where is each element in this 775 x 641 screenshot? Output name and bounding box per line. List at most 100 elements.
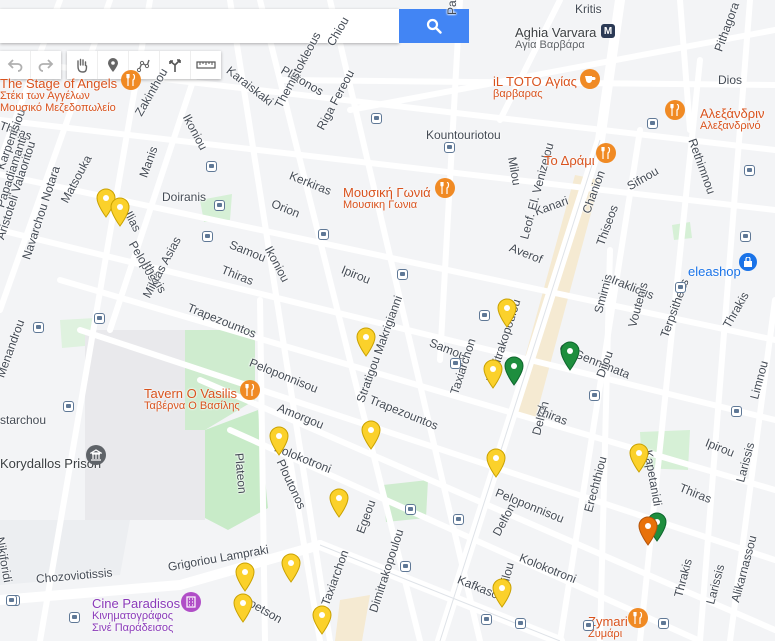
bus-stop-icon[interactable] (658, 618, 669, 629)
redo-button[interactable] (31, 51, 61, 79)
poi-name: Aghia Varvara (515, 25, 597, 40)
poi-label[interactable]: Cine Paradisos Κινηματογράφος Σινέ Παράδει… (92, 596, 181, 634)
yellow-marker-pin[interactable] (232, 593, 254, 623)
bus-stop-icon[interactable] (450, 358, 461, 369)
map-toolbar (0, 51, 227, 79)
poi-label[interactable]: Το Δράμι (544, 154, 595, 167)
poi-label[interactable]: Aghia Varvara Αγία Βαρβάρα (515, 25, 597, 51)
bus-stop-icon[interactable] (214, 200, 225, 211)
measure-button[interactable] (191, 51, 221, 79)
yellow-marker-pin[interactable] (355, 327, 377, 357)
poi-label[interactable]: Αλεξάνδριν Αλεξανδρινό (700, 107, 764, 132)
yellow-marker-pin[interactable] (268, 426, 290, 456)
bus-stop-icon[interactable] (675, 282, 686, 293)
yellow-marker-pin[interactable] (496, 298, 518, 328)
yellow-marker-pin[interactable] (109, 197, 131, 227)
undo-button[interactable] (0, 51, 31, 79)
search-icon (426, 18, 442, 34)
poi-subname: Μουσικό Μεζεδοπωλείο (0, 102, 116, 114)
restaurant-icon[interactable] (596, 143, 616, 163)
bus-stop-icon[interactable] (6, 595, 17, 606)
bus-stop-icon[interactable] (202, 231, 213, 242)
bus-stop-icon[interactable] (515, 618, 526, 629)
pan-tool-button[interactable] (67, 51, 98, 79)
yellow-marker-pin[interactable] (280, 553, 302, 583)
bus-stop-icon[interactable] (63, 401, 74, 412)
poi-name: Tavern O Vasilis (144, 386, 237, 401)
restaurant-icon[interactable] (628, 608, 648, 628)
yellow-marker-pin[interactable] (360, 420, 382, 450)
poi-name: eleashop (688, 264, 741, 279)
bus-stop-icon[interactable] (589, 390, 600, 401)
bus-stop-icon[interactable] (744, 165, 755, 176)
yellow-marker-pin[interactable] (311, 605, 333, 635)
bus-stop-icon[interactable] (647, 118, 658, 129)
restaurant-icon[interactable] (121, 70, 141, 90)
bus-stop-icon[interactable] (405, 504, 416, 515)
bus-stop-icon[interactable] (400, 561, 411, 572)
street-label: Kountouriotou (426, 128, 501, 142)
poi-label[interactable]: Μουσική Γωνιά Μουσικη Γωνια (343, 185, 431, 211)
green-marker-pin[interactable] (503, 356, 525, 386)
history-group (0, 51, 61, 79)
bus-stop-icon[interactable] (740, 231, 751, 242)
yellow-marker-pin[interactable] (485, 448, 507, 478)
bus-stop-icon[interactable] (206, 161, 217, 172)
poi-label[interactable]: Tavern O Vasilis Ταβέρνα Ο Βασίλης (144, 386, 240, 412)
orange-marker-pin[interactable] (637, 516, 659, 546)
yellow-marker-pin[interactable] (234, 562, 256, 592)
poi-subname: Αλεξανδρινό (700, 120, 761, 132)
poi-name: The Stage of Angels (0, 76, 118, 91)
restaurant-icon[interactable] (240, 380, 260, 400)
bus-stop-icon[interactable] (33, 322, 44, 333)
yellow-marker-pin[interactable] (482, 359, 504, 389)
tools-group (67, 51, 221, 79)
metro-icon[interactable]: M (601, 24, 615, 38)
poi-name: Korydallos Prison (0, 456, 102, 471)
yellow-marker-pin[interactable] (628, 443, 650, 473)
poi-subname: Κινηματογράφος (92, 610, 174, 622)
poi-subname: Ταβέρνα Ο Βασίλης (144, 400, 240, 412)
yellow-marker-pin[interactable] (491, 578, 513, 608)
poi-subname: Μουσικη Γωνια (343, 199, 418, 211)
bus-stop-icon[interactable] (94, 313, 105, 324)
poi-label[interactable]: The Stage of Angels Στέκι των Αγγέλων Μουσ… (0, 76, 118, 114)
street-label: Dios (718, 73, 743, 87)
restaurant-icon[interactable] (665, 100, 685, 120)
poi-name: iL TOTO Αγίας (493, 74, 577, 89)
poi-name: Cine Paradisos (92, 596, 181, 611)
draw-line-icon (136, 59, 150, 73)
undo-icon (7, 59, 23, 72)
poi-label[interactable]: Korydallos Prison (0, 456, 102, 471)
bus-stop-icon[interactable] (479, 310, 490, 321)
yellow-marker-pin[interactable] (328, 488, 350, 518)
cinema-icon[interactable] (181, 592, 201, 612)
measure-ruler-icon (196, 61, 216, 69)
add-marker-icon (108, 58, 118, 72)
poi-subname: βαρβαρας (493, 88, 543, 100)
poi-subname: Στέκι των Αγγέλων (0, 90, 90, 102)
poi-subname: Αγία Βαρβάρα (515, 39, 585, 51)
street-label: Kritis (575, 2, 602, 16)
bus-stop-icon[interactable] (453, 514, 464, 525)
green-marker-pin[interactable] (559, 341, 581, 371)
restaurant-icon[interactable] (435, 178, 455, 198)
poi-label[interactable]: eleashop (688, 264, 741, 279)
redo-icon (38, 59, 54, 72)
poi-label[interactable]: iL TOTO Αγίας βαρβαρας (493, 74, 577, 100)
bus-stop-icon[interactable] (583, 620, 594, 631)
poi-name: Μουσική Γωνιά (343, 185, 431, 200)
bus-stop-icon[interactable] (318, 229, 329, 240)
bus-stop-icon[interactable] (397, 269, 408, 280)
street-label: Doiranis (162, 190, 207, 204)
landmark-icon[interactable] (86, 445, 106, 465)
street-label: starchou (0, 413, 47, 427)
bus-stop-icon[interactable] (371, 113, 382, 124)
cafe-icon[interactable] (580, 69, 600, 89)
add-directions-icon (169, 59, 181, 72)
shop-icon[interactable] (739, 253, 757, 271)
bus-stop-icon[interactable] (731, 406, 742, 417)
bus-stop-icon[interactable] (69, 612, 80, 623)
bus-stop-icon[interactable] (481, 614, 492, 625)
bus-stop-icon[interactable] (444, 142, 455, 153)
